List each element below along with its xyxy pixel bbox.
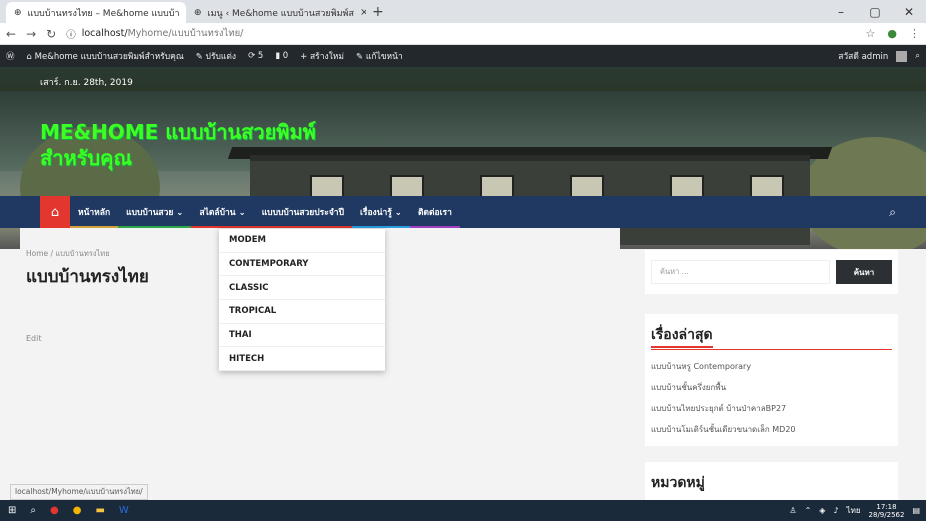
list-item[interactable]: แบบบ้านไทยประยุกต์ บ้านป่าคาลBP27 [651,398,892,419]
menu-icon[interactable]: ⋮ [909,27,920,40]
extension-icon[interactable]: ● [887,27,897,40]
styles-dropdown-menu: MODEM CONTEMPORARY CLASSIC TROPICAL THAI… [219,228,385,372]
close-window-button[interactable]: ✕ [892,0,926,23]
widget-title: หมวดหมู่ [651,475,705,491]
nav-item-house-styles[interactable]: สไตล์บ้าน ⌄ [191,196,254,228]
admin-updates-link[interactable]: ⟳ 5 [248,51,263,61]
page-title: แบบบ้านทรงไทย [26,267,149,287]
list-item[interactable]: แบบบ้านชั้นครึ่งยกพื้น [651,377,892,398]
menu-item-tropical[interactable]: TROPICAL [219,300,385,324]
people-icon[interactable]: ♙ [789,506,796,515]
nav-item-yearly-designs[interactable]: แบบบบ้านสวยประจำปี [253,196,353,228]
breadcrumb[interactable]: Home / แบบบ้านทรงไทย [26,248,110,260]
network-icon[interactable]: ◈ [819,506,825,515]
menu-item-classic[interactable]: CLASSIC [219,276,385,301]
url-field[interactable]: ⓘ localhost/Myhome/แบบบ้านทรงไทย/ [66,25,855,43]
close-tab-icon[interactable]: × [360,7,366,18]
main-nav: ⌂ หน้าหลัก แบบบ้านสวย ⌄ สไตล์บ้าน ⌄ แบบบ… [0,196,926,228]
nav-item-house-designs[interactable]: แบบบ้านสวย ⌄ [118,196,192,228]
nav-item-articles[interactable]: เรื่องน่ารู้ ⌄ [351,196,410,228]
address-bar: ← → ↻ ⓘ localhost/Myhome/แบบบ้านทรงไทย/ … [0,23,926,45]
edit-link[interactable]: Edit [26,334,42,343]
menu-item-modem[interactable]: MODEM [219,229,385,253]
admin-comments-link[interactable]: ▮ 0 [275,51,288,61]
site-title[interactable]: ME&HOME แบบบ้านสวยพิมพ์สำหรับคุณ [40,119,340,171]
volume-icon[interactable]: ♪ [833,506,838,515]
star-icon[interactable]: ☆ [866,27,876,40]
menu-item-hitech[interactable]: HITECH [219,347,385,372]
search-input[interactable]: ค้นหา ... [651,260,830,284]
header-date: เสาร์. ก.ย. 28th, 2019 [40,78,133,88]
app-icon[interactable]: ● [50,505,59,516]
search-widget: ค้นหา ... ค้นหา [645,250,898,294]
reload-icon[interactable]: ↻ [46,27,56,41]
url-path: Myhome/แบบบ้านทรงไทย/ [127,28,244,39]
url-host: localhost/ [81,28,128,39]
windows-start-icon[interactable]: ⊞ [8,505,16,516]
wp-admin-bar: Ⓦ ⌂ Me&home แบบบ้านสวยพิมพ์สำหรับคุณ ✎ ป… [0,45,926,67]
list-item[interactable]: แบบบ้านโมเดิร์นชั้นเดียวขนาดเล็ก MD20 [651,419,892,440]
notification-icon[interactable]: ▤ [912,506,920,515]
minimize-button[interactable]: – [824,0,858,23]
categories-widget: หมวดหมู่ [645,462,898,502]
tab-title: เมนู ‹ Me&home แบบบ้านสวยพิมพ์ส [207,8,354,19]
admin-edit-page-link[interactable]: ✎ แก้ไขหน้า [356,49,403,63]
language-indicator[interactable]: ไทย [847,504,861,517]
menu-item-contemporary[interactable]: CONTEMPORARY [219,253,385,277]
globe-icon: ⊕ [14,7,22,18]
list-item[interactable]: แบบบ้านหรู Contemporary [651,356,892,377]
admin-site-link[interactable]: ⌂ Me&home แบบบ้านสวยพิมพ์สำหรับคุณ [27,49,184,63]
info-icon[interactable]: ⓘ [66,27,76,41]
back-arrow-icon[interactable]: ← [6,27,16,41]
search-button[interactable]: ค้นหา [836,260,892,284]
new-tab-button[interactable]: + [372,4,384,20]
home-icon[interactable]: ⌂ [40,196,70,228]
nav-item-home[interactable]: หน้าหลัก [70,196,119,228]
recent-posts-widget: เรื่องล่าสุด แบบบ้านหรู Contemporary แบบ… [645,314,898,446]
admin-new-link[interactable]: + สร้างใหม่ [300,49,344,63]
search-icon[interactable]: ⌕ [915,51,920,61]
tab-title: แบบบ้านทรงไทย – Me&home แบบบ้า [27,8,180,19]
forward-arrow-icon[interactable]: → [26,27,36,41]
search-icon[interactable]: ⌕ [889,196,896,228]
globe-icon: ⊕ [194,7,202,18]
browser-tab[interactable]: ⊕ เมนู ‹ Me&home แบบบ้านสวยพิมพ์ส × [186,2,366,23]
wordpress-icon[interactable]: Ⓦ [6,50,15,62]
nav-item-contact[interactable]: ติดต่อเรา [409,196,460,228]
chevron-up-icon[interactable]: ⌃ [805,506,812,515]
file-explorer-icon[interactable]: ▬ [95,505,104,516]
browser-tab-active[interactable]: ⊕ แบบบ้านทรงไทย – Me&home แบบบ้า × [6,2,186,23]
window-controls: – ▢ ✕ [824,0,926,23]
word-icon[interactable]: W [119,505,129,516]
page-content: Home / แบบบ้านทรงไทย แบบบ้านทรงไทย Edit … [0,228,926,521]
chrome-icon[interactable]: ● [73,505,82,516]
clock[interactable]: 17:18 28/9/2562 [869,503,905,519]
maximize-button[interactable]: ▢ [858,0,892,23]
admin-customize-link[interactable]: ✎ ปรับแต่ง [196,49,236,63]
avatar[interactable] [896,50,908,62]
browser-tabbar: ⊕ แบบบ้านทรงไทย – Me&home แบบบ้า × ⊕ เมน… [0,0,926,23]
sidebar: ค้นหา ... ค้นหา เรื่องล่าสุด แบบบ้านหรู … [645,250,898,518]
windows-taskbar: ⊞ ⌕ ● ● ▬ W ♙ ⌃ ◈ ♪ ไทย 17:18 28/9/2562 … [0,500,926,521]
admin-account-greeting[interactable]: สวัสดี admin [838,49,888,63]
menu-item-thai[interactable]: THAI [219,324,385,348]
widget-title: เรื่องล่าสุด [651,324,892,350]
search-icon[interactable]: ⌕ [30,505,36,516]
status-url: localhost/Myhome/แบบบ้านทรงไทย/ [10,484,148,500]
